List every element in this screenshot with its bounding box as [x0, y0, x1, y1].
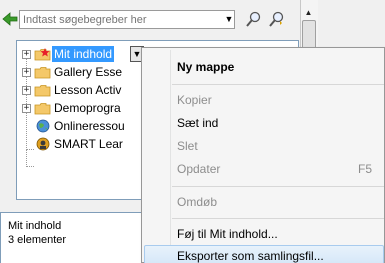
tree-node-label[interactable]: Demoprogra	[54, 101, 121, 115]
back-arrow-icon[interactable]	[2, 11, 18, 27]
menu-item-saet-ind[interactable]: Sæt ind	[144, 112, 384, 134]
menu-item-label: Opdater	[177, 162, 221, 176]
folder-icon	[34, 85, 51, 97]
tree-connector	[26, 166, 34, 167]
search-icon[interactable]	[245, 11, 261, 28]
menu-item-omdoeb[interactable]: Omdøb	[144, 191, 384, 213]
search-input[interactable]	[19, 10, 235, 29]
scroll-up-arrow-icon[interactable]: ▲	[304, 8, 313, 17]
menu-item-label: Kopier	[177, 93, 212, 107]
advanced-search-icon[interactable]	[268, 11, 284, 28]
menu-item-label: Ny mappe	[177, 60, 235, 74]
menu-item-slet[interactable]: Slet	[144, 135, 384, 157]
globe-icon	[36, 119, 50, 133]
search-bar: ▼	[0, 0, 300, 40]
expand-icon[interactable]: +	[22, 68, 31, 77]
menu-item-label: Eksporter som samlingsfil...	[177, 249, 324, 263]
tree-node-label[interactable]: Onlineressou	[54, 119, 125, 133]
menu-item-opdater[interactable]: Opdater F5	[144, 158, 384, 180]
folder-icon	[34, 67, 51, 79]
menu-item-foej-til[interactable]: Føj til Mit indhold...	[144, 223, 384, 245]
expand-icon[interactable]: +	[22, 86, 31, 95]
menu-item-label: Omdøb	[177, 195, 218, 209]
folder-star-icon	[34, 48, 51, 61]
tree-node-label[interactable]: Mit indhold	[52, 46, 115, 62]
menu-item-label: Sæt ind	[177, 116, 219, 130]
menu-item-kopier[interactable]: Kopier	[144, 89, 384, 111]
expand-icon[interactable]: +	[22, 104, 31, 113]
folder-icon	[34, 103, 51, 115]
menu-item-label: Føj til Mit indhold...	[177, 227, 278, 241]
expand-icon[interactable]: +	[22, 50, 31, 59]
menu-shortcut: F5	[357, 162, 372, 176]
tree-node-label[interactable]: Gallery Esse	[54, 65, 122, 79]
menu-separator	[172, 218, 384, 219]
tree-node-label[interactable]: Lesson Activ	[54, 83, 121, 97]
menu-item-ny-mappe[interactable]: Ny mappe	[144, 56, 384, 78]
context-menu: Ny mappe Kopier Sæt ind Slet Opdater F5 …	[141, 47, 385, 263]
menu-separator	[172, 84, 384, 85]
menu-item-label: Slet	[177, 139, 198, 153]
tree-node-label[interactable]: SMART Lear	[54, 137, 123, 151]
chevron-down-icon[interactable]: ▼	[223, 12, 235, 26]
menu-item-eksporter[interactable]: Eksporter som samlingsfil...	[144, 245, 384, 263]
smart-icon	[36, 137, 50, 151]
menu-separator	[172, 186, 384, 187]
